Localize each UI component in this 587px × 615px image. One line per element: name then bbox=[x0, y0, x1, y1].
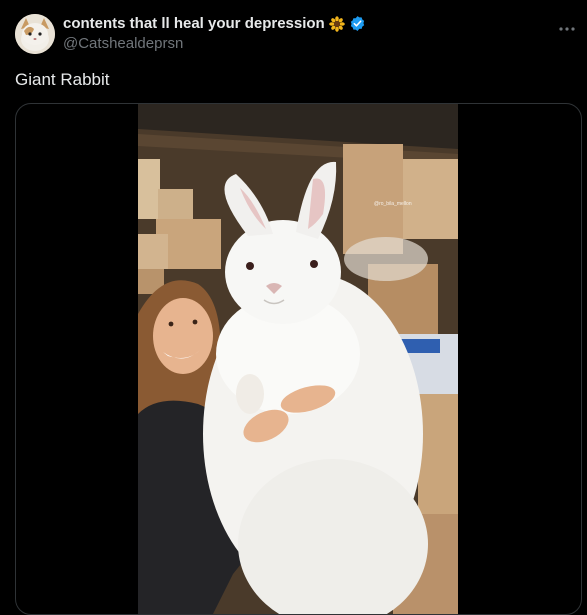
sunflower-icon bbox=[328, 15, 345, 32]
author-handle[interactable]: @Catshealdeprsn bbox=[63, 35, 366, 52]
avatar[interactable] bbox=[15, 14, 55, 54]
tweet-text: Giant Rabbit bbox=[15, 70, 110, 89]
rabbit-video-frame bbox=[138, 104, 458, 614]
video-watermark: @ro_bila_mellon bbox=[374, 201, 412, 207]
display-name-text: contents that ll heal your depression bbox=[63, 15, 325, 32]
verified-badge-icon[interactable] bbox=[349, 15, 366, 32]
media-container[interactable]: @ro_bila_mellon bbox=[15, 103, 582, 615]
author-display-name[interactable]: contents that ll heal your depression bbox=[63, 15, 366, 32]
author-names: contents that ll heal your depression @C… bbox=[63, 15, 366, 52]
cat-avatar-image bbox=[15, 14, 55, 54]
tweet-header: contents that ll heal your depression @C… bbox=[15, 12, 575, 60]
more-horizontal-icon[interactable] bbox=[559, 16, 575, 37]
video-player[interactable]: @ro_bila_mellon bbox=[138, 104, 458, 614]
